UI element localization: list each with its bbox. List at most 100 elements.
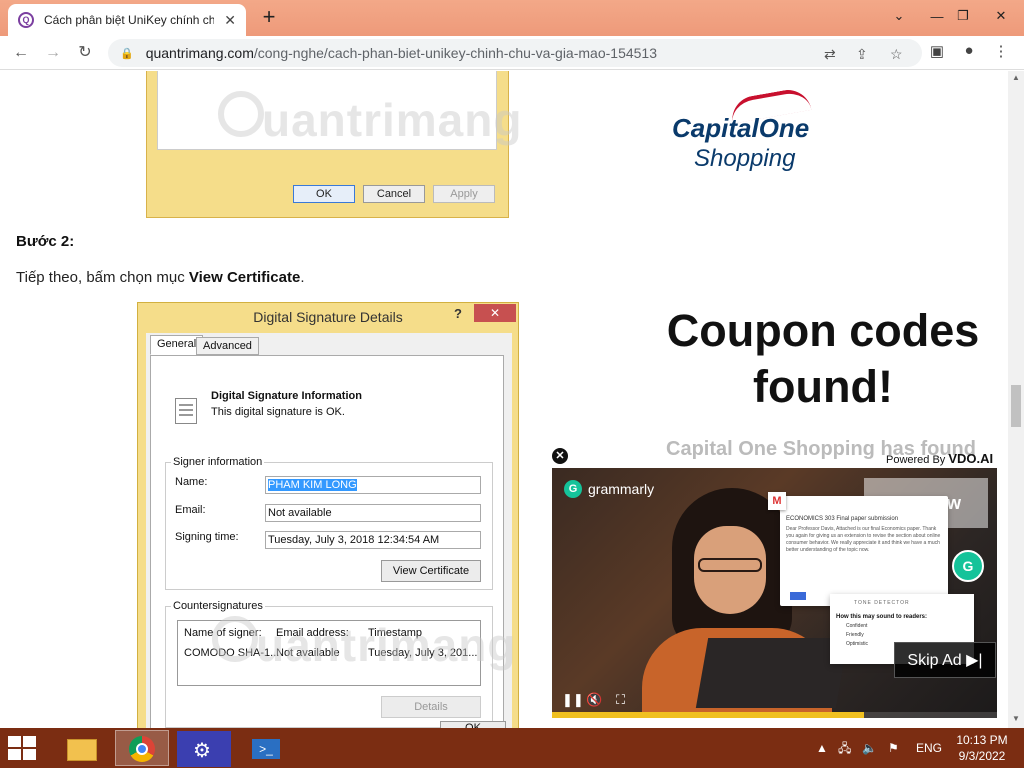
email-label: Email:: [175, 504, 206, 516]
powered-by: Powered By VDO.AI: [886, 451, 993, 466]
action-center-flag-icon[interactable]: ⚑: [888, 728, 899, 768]
video-ad-player[interactable]: G grammarly Try Now ECONOMICS 303 Final …: [552, 468, 997, 718]
volume-muted-icon[interactable]: 🔈: [862, 728, 877, 768]
time-field: Tuesday, July 3, 2018 12:34:54 AM: [265, 531, 481, 549]
ad-close-icon[interactable]: ✕: [552, 448, 568, 464]
windows-start-icon[interactable]: [8, 736, 38, 760]
email-preview-card: ECONOMICS 303 Final paper submission Dea…: [780, 496, 948, 606]
scroll-down-icon[interactable]: ▼: [1008, 712, 1024, 726]
general-panel: Digital Signature Information This digit…: [150, 355, 504, 728]
close-tab-icon[interactable]: ✕: [224, 12, 236, 29]
watermark-logo-icon: [218, 91, 264, 137]
page-scrollbar[interactable]: ▲ ▼: [1008, 71, 1024, 728]
settings-gear-icon[interactable]: ⚙: [176, 730, 231, 767]
dialog-close-icon: ✕: [474, 304, 516, 322]
video-progress-fill: [552, 712, 864, 718]
forward-icon[interactable]: →: [42, 42, 64, 64]
url-path: /cong-nghe/cach-phan-biet-unikey-chinh-c…: [253, 45, 657, 61]
send-button: [790, 592, 806, 600]
tone-confident: Confident: [846, 623, 868, 629]
back-icon[interactable]: ←: [10, 42, 32, 64]
view-certificate-button: View Certificate: [381, 560, 481, 582]
fullscreen-icon[interactable]: ⛶: [616, 692, 625, 708]
time-label: Signing time:: [175, 531, 239, 543]
para-suffix: .: [300, 269, 305, 286]
screen: Q Cách phân biệt UniKey chính chủ ✕ + ⌄ …: [0, 0, 1024, 768]
translate-icon[interactable]: ⇄: [824, 46, 836, 63]
name-value: PHAM KIM LONG: [268, 479, 357, 491]
address-bar[interactable]: 🔒 quantrimang.com/cong-nghe/cach-phan-bi…: [108, 39, 922, 67]
email-body: Dear Professor Davis, Attached is our fi…: [786, 526, 941, 553]
email-subject: ECONOMICS 303 Final paper submission: [786, 516, 899, 522]
grammarly-badge-icon: G: [952, 550, 984, 582]
brand-capital: Capital: [672, 113, 759, 143]
network-icon[interactable]: 🖧: [838, 728, 851, 768]
system-clock[interactable]: 10:13 PM 9/3/2022: [952, 732, 1012, 764]
browser-tab[interactable]: Q Cách phân biệt UniKey chính chủ ✕: [8, 4, 246, 36]
tray-chevron-icon[interactable]: ▲: [816, 728, 828, 768]
tab-search-icon[interactable]: ⌄: [882, 0, 916, 32]
gmail-icon: M: [768, 492, 786, 510]
email-field: Not available: [265, 504, 481, 522]
windows-taskbar: ⚙ >_ ▲ 🖧 🔈 ⚑ ENG 10:13 PM 9/3/2022: [0, 728, 1024, 768]
profile-avatar-icon[interactable]: ●: [958, 42, 980, 59]
details-button: Details: [381, 696, 481, 718]
tab-title: Cách phân biệt UniKey chính chủ: [44, 13, 214, 27]
bookmark-star-icon[interactable]: ☆: [890, 46, 903, 63]
cancel-button: Cancel: [363, 185, 425, 203]
tone-question: How this may sound to readers:: [836, 614, 928, 620]
scroll-thumb[interactable]: [1011, 385, 1021, 427]
skip-ad-label: Skip Ad: [907, 652, 962, 669]
name-field: PHAM KIM LONG: [265, 476, 481, 494]
clock-time: 10:13 PM: [956, 733, 1008, 747]
powershell-icon[interactable]: >_: [237, 730, 291, 766]
tone-friendly: Friendly: [846, 632, 864, 638]
grammarly-icon: G: [564, 480, 582, 498]
grammarly-wordmark: grammarly: [588, 481, 655, 497]
info-subtitle: This digital signature is OK.: [211, 406, 345, 418]
new-tab-icon[interactable]: +: [256, 6, 282, 28]
menu-kebab-icon[interactable]: ⋮: [990, 42, 1012, 60]
capital-one-logo[interactable]: CapitalOne: [672, 113, 809, 144]
step-heading: Bước 2:: [16, 233, 75, 250]
watermark-text: uantrimang: [262, 94, 523, 146]
language-indicator[interactable]: ENG: [916, 728, 942, 768]
ok-button: OK: [293, 185, 355, 203]
chrome-icon[interactable]: [115, 730, 169, 766]
close-window-icon[interactable]: ✕: [984, 0, 1018, 32]
tab-advanced: Advanced: [196, 337, 259, 355]
side-panel-icon[interactable]: ▣: [926, 42, 948, 60]
help-icon: ?: [454, 306, 462, 321]
watermark-text-2: uantrimang: [256, 619, 517, 671]
brand-shopping: Shopping: [694, 145, 796, 172]
reload-icon[interactable]: ↻: [74, 42, 96, 64]
apply-button: Apply: [433, 185, 495, 203]
scroll-up-icon[interactable]: ▲: [1008, 71, 1024, 85]
watermark-logo-icon-2: [212, 616, 258, 662]
skip-ad-button[interactable]: Skip Ad ▶|: [894, 642, 996, 678]
powered-by-label: Powered By: [886, 454, 949, 466]
para-text: Tiếp theo, bấm chọn mục: [16, 269, 189, 286]
laptop-image: [695, 638, 849, 708]
powered-by-brand: VDO.AI: [948, 451, 994, 466]
info-title: Digital Signature Information: [211, 390, 362, 402]
coupon-headline[interactable]: Coupon codes found!: [656, 303, 990, 415]
article-paragraph: Tiếp theo, bấm chọn mục View Certificate…: [16, 269, 305, 286]
browser-toolbar: ← → ↻ 🔒 quantrimang.com/cong-nghe/cach-p…: [0, 36, 1024, 70]
skip-icon: ▶|: [966, 652, 983, 669]
tone-header: TONE DETECTOR: [854, 600, 910, 606]
dialog-ok-button: OK: [440, 721, 506, 728]
share-icon[interactable]: ⇪: [856, 46, 868, 63]
mute-icon[interactable]: 🔇: [586, 692, 602, 708]
restore-icon[interactable]: ❐: [946, 0, 980, 32]
countersignatures-label: Countersignatures: [171, 600, 265, 612]
pause-icon[interactable]: ❚❚: [562, 692, 584, 708]
site-favicon-icon: Q: [18, 12, 34, 28]
grammarly-logo: G grammarly: [564, 480, 654, 498]
url-host: quantrimang.com: [145, 45, 254, 61]
lock-icon: 🔒: [120, 47, 134, 60]
brand-one: One: [758, 113, 810, 143]
clock-date: 9/3/2022: [958, 749, 1006, 763]
file-explorer-icon[interactable]: [54, 730, 108, 766]
video-progress-bar[interactable]: [552, 712, 997, 718]
